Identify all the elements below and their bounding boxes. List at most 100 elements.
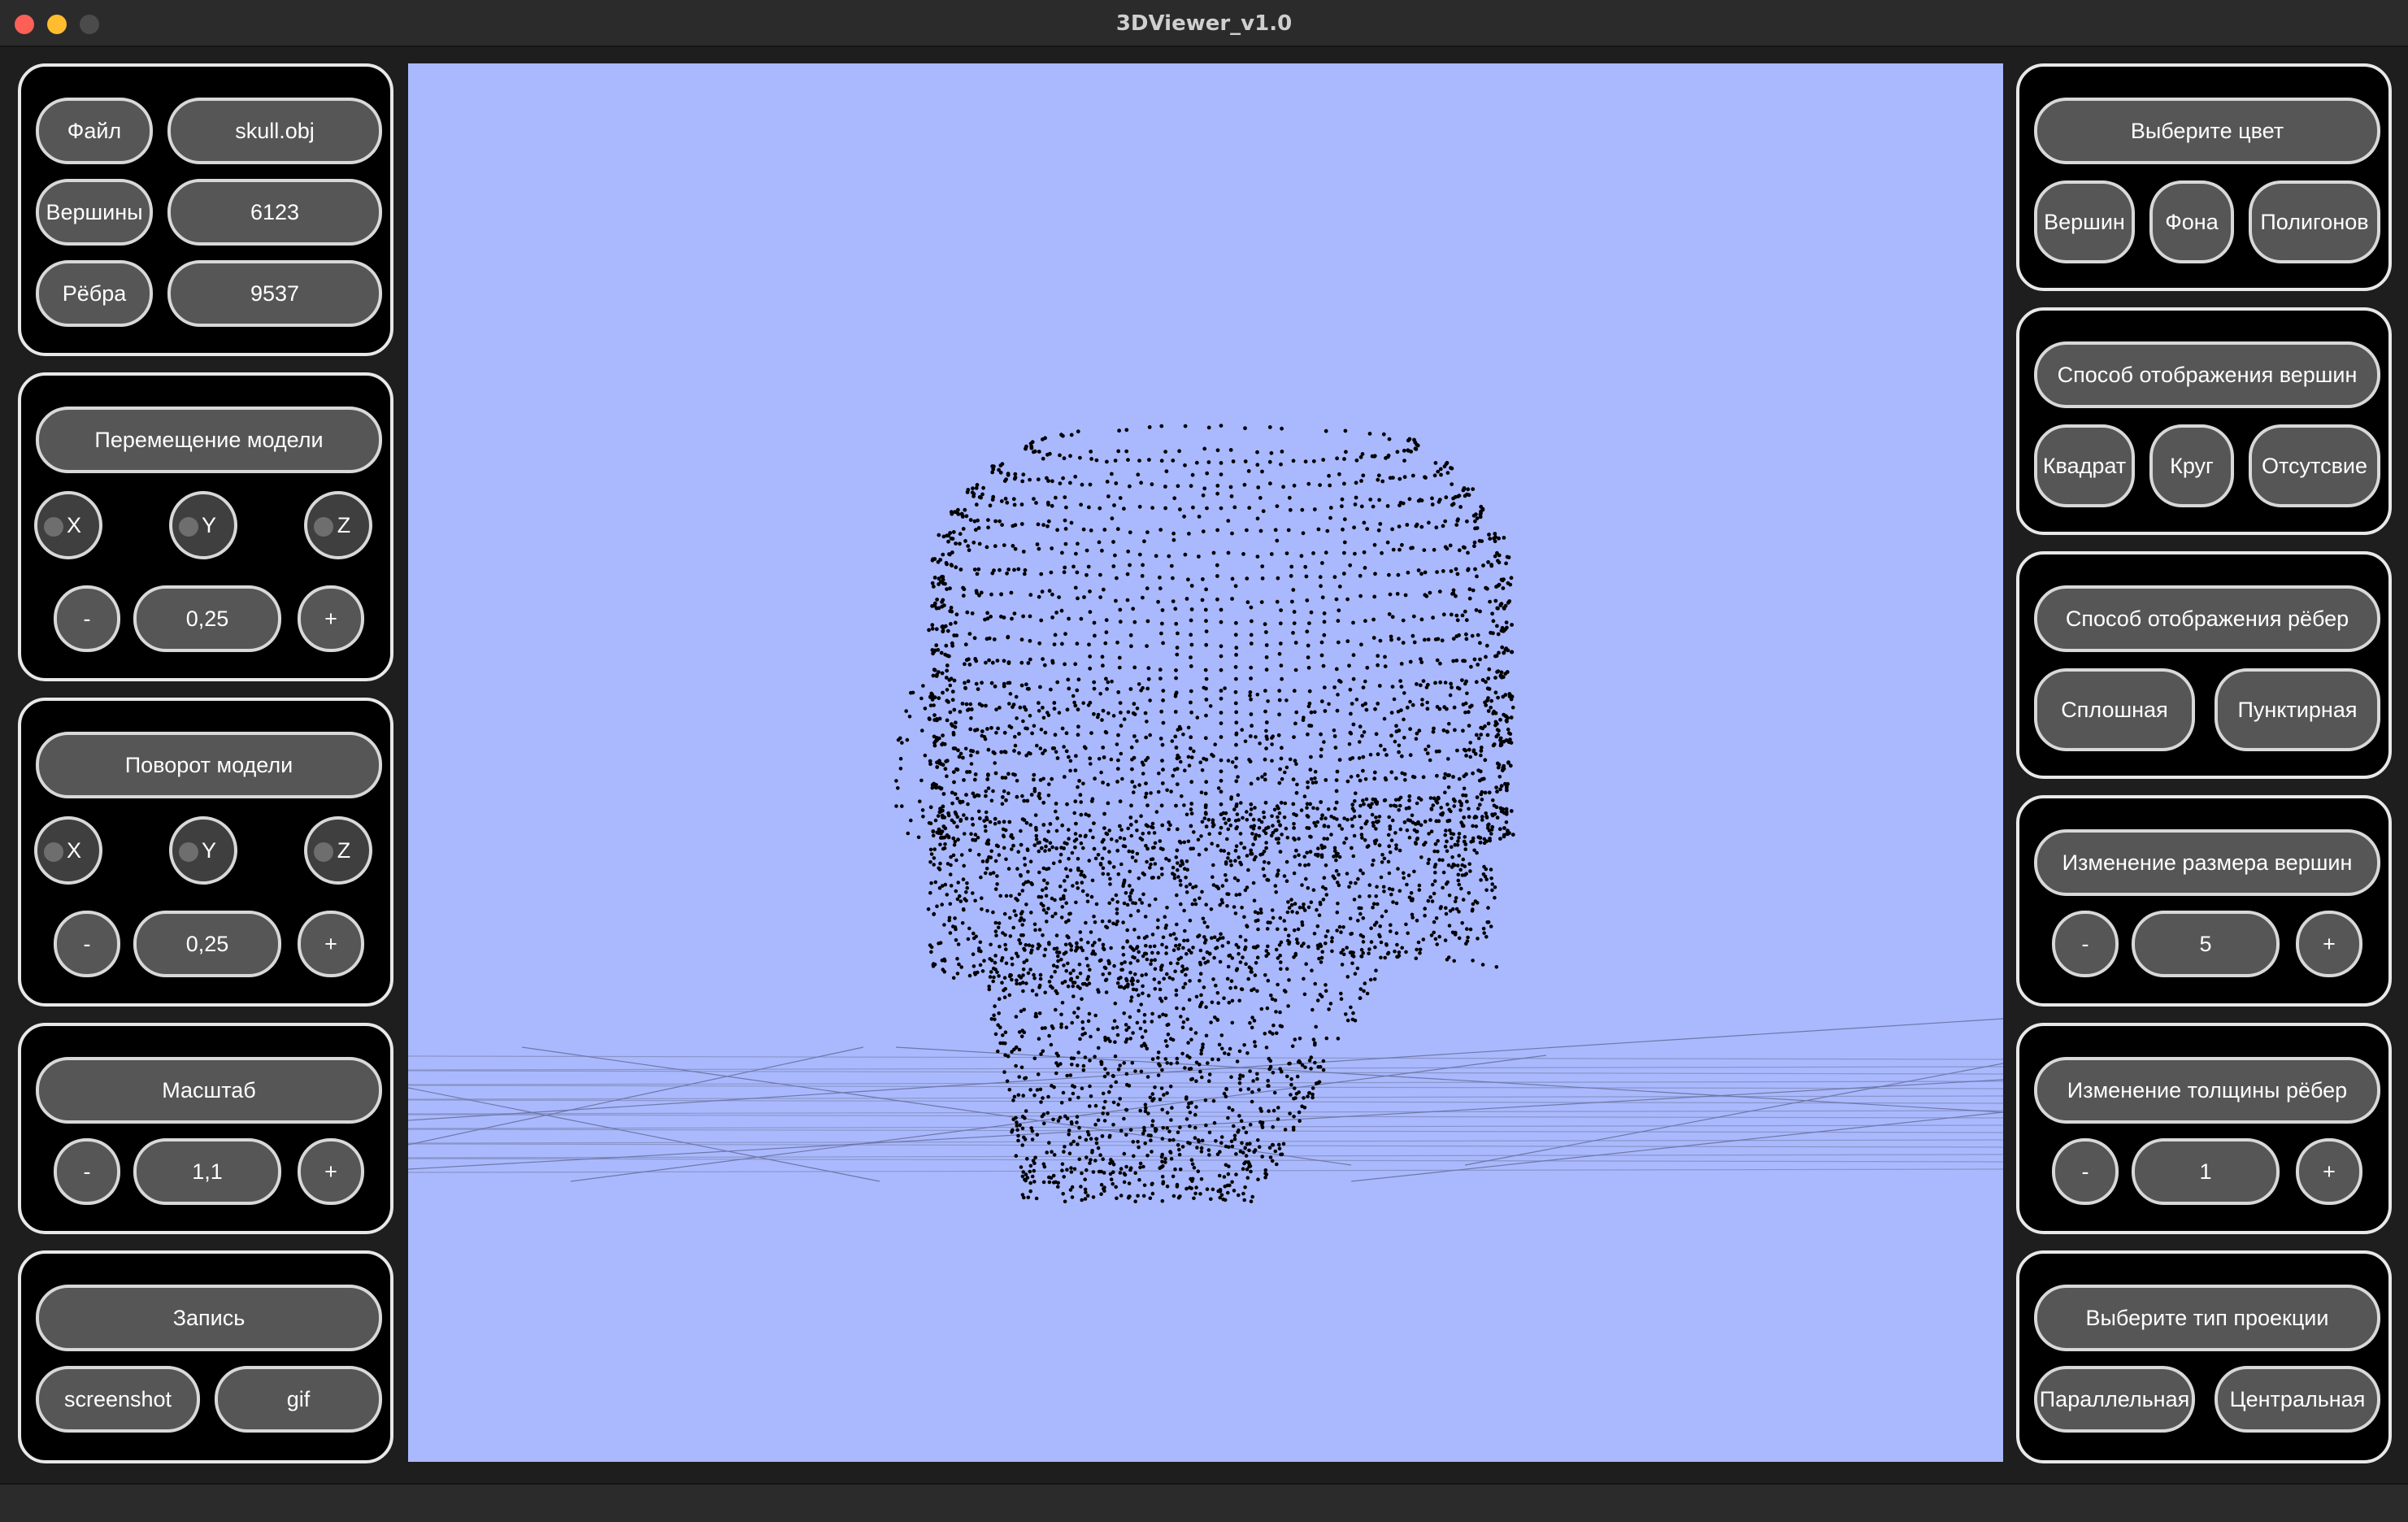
scale-value-field[interactable]: 1,1 [133,1138,281,1205]
vertex-point [1454,523,1459,527]
rotate-plus-button[interactable]: + [298,911,364,977]
vertex-size-plus-button[interactable]: + [2296,911,2362,977]
rotate-axis-z-radio[interactable]: Z [304,816,372,885]
vertex-point [1430,882,1435,887]
vertex-point [1389,929,1393,933]
gif-button[interactable]: gif [215,1366,382,1433]
edge-dashed-button[interactable]: Пунктирная [2215,668,2380,751]
move-model-button[interactable]: Перемещение модели [36,407,382,473]
vertex-point [1141,991,1145,996]
vertex-point [1102,826,1106,830]
vertex-point [1365,665,1370,670]
scale-minus-button[interactable]: - [54,1138,120,1205]
move-axis-y-radio[interactable]: Y [169,491,237,559]
vertex-point [1234,1172,1238,1176]
choose-color-button[interactable]: Выберите цвет [2034,98,2380,164]
vertex-point [1013,743,1018,748]
model-viewport[interactable] [408,63,2003,1462]
edge-display-mode-button[interactable]: Способ отображения рёбер [2034,585,2380,652]
vertex-point [1471,513,1476,518]
file-button[interactable]: Файл [36,98,153,164]
vertex-point [1489,563,1494,568]
vertex-circle-button[interactable]: Круг [2149,424,2234,507]
edge-width-minus-button[interactable]: - [2052,1138,2119,1205]
vertex-point [1182,803,1186,807]
vertex-point [1028,1189,1032,1194]
vertex-point [1410,633,1415,638]
vertex-point [1466,935,1470,940]
vertex-point [1493,885,1497,889]
edge-width-field[interactable]: 1 [2132,1138,2280,1205]
rotate-axis-x-radio[interactable]: X [34,816,102,885]
central-projection-button[interactable]: Центральная [2215,1366,2380,1433]
scale-button[interactable]: Масштаб [36,1057,382,1124]
screenshot-button[interactable]: screenshot [36,1366,200,1433]
rotate-axis-y-radio[interactable]: Y [169,816,237,885]
vertex-point [1291,802,1296,807]
projection-type-button[interactable]: Выберите тип проекции [2034,1285,2380,1351]
skull-point-cloud [408,424,2003,1204]
vertex-point [1126,826,1130,831]
vertex-point [1461,728,1465,733]
parallel-projection-button[interactable]: Параллельная [2034,1366,2195,1433]
move-axis-x-radio[interactable]: X [34,491,102,559]
move-minus-button[interactable]: - [54,585,120,652]
background-color-button[interactable]: Фона [2149,180,2234,263]
vertex-point [1203,1098,1208,1102]
vertex-point [1183,552,1188,557]
scale-plus-button[interactable]: + [298,1138,364,1205]
vertex-point [1007,702,1011,706]
vertex-point [1294,848,1298,853]
vertex-display-mode-button[interactable]: Способ отображения вершин [2034,341,2380,408]
vertex-point [1028,1163,1033,1168]
edge-solid-button[interactable]: Сплошная [2034,668,2195,751]
vertex-point [1289,1093,1293,1097]
vertex-point [1184,876,1188,880]
vertex-point [1259,600,1264,604]
vertex-point [1148,1095,1153,1100]
vertex-size-button[interactable]: Изменение размера вершин [2034,829,2380,896]
vertex-size-minus-button[interactable]: - [2052,911,2119,977]
vertex-point [1094,458,1099,463]
rotate-step-field[interactable]: 0,25 [133,911,281,977]
vertex-point [958,894,962,898]
vertex-point [1054,1071,1058,1076]
vertex-point [1093,941,1097,945]
vertex-point [1362,802,1366,807]
vertex-none-button[interactable]: Отсутсвие [2249,424,2380,507]
move-axis-z-radio[interactable]: Z [304,491,372,559]
vertex-point [1083,1187,1088,1192]
vertex-point [1475,526,1480,530]
vertex-size-field[interactable]: 5 [2132,911,2280,977]
vertex-point [1499,784,1504,789]
vertex-point [1253,1044,1258,1048]
vertex-point [1002,820,1006,824]
vertex-point [1332,685,1337,689]
vertex-point [1069,1170,1074,1174]
vertex-point [1499,675,1504,680]
rotate-minus-button[interactable]: - [54,911,120,977]
vertex-point [1194,460,1199,465]
record-button[interactable]: Запись [36,1285,382,1351]
vertex-point [1102,1186,1106,1191]
vertex-point [1243,1146,1247,1150]
move-step-field[interactable]: 0,25 [133,585,281,652]
edge-width-button[interactable]: Изменение толщины рёбер [2034,1057,2380,1124]
vertex-point [1140,837,1145,842]
polygon-color-button[interactable]: Полигонов [2249,180,2380,263]
vertex-point [1358,987,1363,991]
vertex-point [1376,654,1380,659]
vertex-point [1449,466,1453,470]
vertex-color-button[interactable]: Вершин [2034,180,2135,263]
vertex-point [1418,947,1423,952]
move-plus-button[interactable]: + [298,585,364,652]
vertex-point [1289,898,1293,902]
edge-width-plus-button[interactable]: + [2296,1138,2362,1205]
rotate-model-button[interactable]: Поворот модели [36,732,382,798]
vertex-point [1368,977,1373,982]
vertex-point [1028,593,1033,598]
vertex-point [991,966,996,971]
vertex-point [1067,935,1071,940]
vertex-point [1135,1020,1140,1025]
vertex-square-button[interactable]: Квадрат [2034,424,2135,507]
